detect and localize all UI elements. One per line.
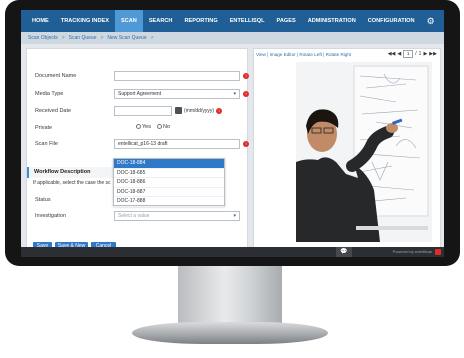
breadcrumb-scan-objects[interactable]: Scan Objects	[28, 35, 58, 41]
received-date-input[interactable]	[114, 106, 172, 116]
prev-page-icon[interactable]: ◀	[397, 51, 401, 57]
scan-file-input[interactable]: entellicat_p16-13 draft	[114, 139, 240, 149]
dropdown-option[interactable]: DOC-18-685	[114, 169, 224, 178]
first-page-icon[interactable]: ◀◀	[388, 51, 396, 57]
media-type-label: Media Type	[35, 91, 64, 97]
entellitrak-logo-icon	[435, 249, 441, 255]
stage: HOME TRACKING INDEX SCAN SEARCH REPORTIN…	[0, 0, 464, 358]
nav-configuration[interactable]: CONFIGURATION	[362, 10, 421, 32]
breadcrumb-separator: >	[100, 35, 104, 41]
nav-pages[interactable]: PAGES	[271, 10, 302, 32]
chevron-down-icon: ▾	[233, 213, 236, 219]
received-date-label: Received Date	[35, 108, 72, 114]
pager: ◀◀ ◀ 1 / 1 ▶ ▶▶	[388, 50, 437, 58]
footer-bar: 💬 Powered by entellitrak	[21, 247, 444, 257]
document-viewer: View | Image Editor | Rotate Left | Rota…	[253, 48, 441, 253]
media-type-select[interactable]: Support Agreement ▾	[114, 89, 240, 99]
dropdown-option[interactable]: DOC-18-884	[114, 159, 224, 169]
nav-administration[interactable]: ADMINISTRATION	[302, 10, 362, 32]
status-label: Status	[35, 197, 51, 203]
investigation-label: Investigation	[35, 213, 66, 219]
viewer-toolbar-links[interactable]: View | Image Editor | Rotate Left | Rota…	[256, 52, 351, 57]
page-number-input[interactable]: 1	[403, 50, 414, 58]
monitor-stand-neck	[178, 266, 282, 326]
nav-reporting[interactable]: REPORTING	[178, 10, 223, 32]
whiteboard-photo	[296, 62, 432, 242]
breadcrumb: Scan Objects > Scan Queue > New Scan Queue >	[21, 32, 444, 44]
required-icon: !	[243, 73, 249, 79]
monitor-stand-base	[132, 322, 328, 344]
nav-home[interactable]: HOME	[26, 10, 55, 32]
dropdown-option[interactable]: DOC-17-888	[114, 197, 224, 207]
nav-search[interactable]: SEARCH	[143, 10, 179, 32]
breadcrumb-separator: >	[61, 35, 65, 41]
breadcrumb-separator: >	[150, 35, 154, 41]
top-nav: HOME TRACKING INDEX SCAN SEARCH REPORTIN…	[21, 10, 444, 32]
document-name-input[interactable]	[114, 71, 240, 81]
scanned-document-image	[296, 62, 432, 242]
chat-icon[interactable]: 💬	[336, 247, 352, 257]
required-icon: !	[243, 91, 249, 97]
required-icon: !	[216, 108, 222, 114]
gear-icon[interactable]: ⚙	[421, 10, 435, 32]
page-separator: /	[415, 51, 417, 57]
scan-file-label: Scan File	[35, 141, 58, 147]
private-yes-label: Yes	[142, 124, 151, 130]
private-no-radio[interactable]: No	[157, 124, 170, 130]
scan-form-panel: Document Name ! Media Type Support Agree…	[26, 48, 249, 253]
radio-circle-icon	[157, 124, 162, 129]
calendar-icon[interactable]	[175, 107, 182, 114]
private-no-label: No	[163, 124, 171, 130]
chevron-down-icon: ▾	[233, 91, 236, 97]
screen: HOME TRACKING INDEX SCAN SEARCH REPORTIN…	[21, 10, 444, 257]
required-icon: !	[243, 141, 249, 147]
breadcrumb-new-scan-queue[interactable]: New Scan Queue	[107, 35, 146, 41]
investigation-select[interactable]: Select a value ▾	[114, 211, 240, 221]
radio-circle-icon	[136, 124, 141, 129]
dropdown-option[interactable]: DOC-18-887	[114, 188, 224, 197]
nav-tracking-index[interactable]: TRACKING INDEX	[55, 10, 115, 32]
private-yes-radio[interactable]: Yes	[136, 124, 151, 130]
investigation-placeholder: Select a value	[118, 213, 150, 219]
last-page-icon[interactable]: ▶▶	[429, 51, 437, 57]
case-dropdown-list: DOC-18-884 DOC-18-685 DOC-18-886 DOC-18-…	[113, 158, 225, 207]
date-format-hint: (mm/dd/yyyy)	[184, 108, 214, 114]
media-type-value: Support Agreement	[118, 91, 162, 97]
nav-scan[interactable]: SCAN	[114, 10, 143, 32]
nav-entellisql[interactable]: ENTELLISQL	[224, 10, 271, 32]
document-name-label: Document Name	[35, 73, 77, 79]
page-total: 1	[418, 51, 422, 57]
private-label: Private	[35, 125, 53, 131]
dropdown-option[interactable]: DOC-18-886	[114, 178, 224, 188]
powered-by-text: Powered by entellitrak	[392, 249, 432, 254]
next-page-icon[interactable]: ▶	[423, 51, 427, 57]
breadcrumb-scan-queue[interactable]: Scan Queue	[69, 35, 97, 41]
